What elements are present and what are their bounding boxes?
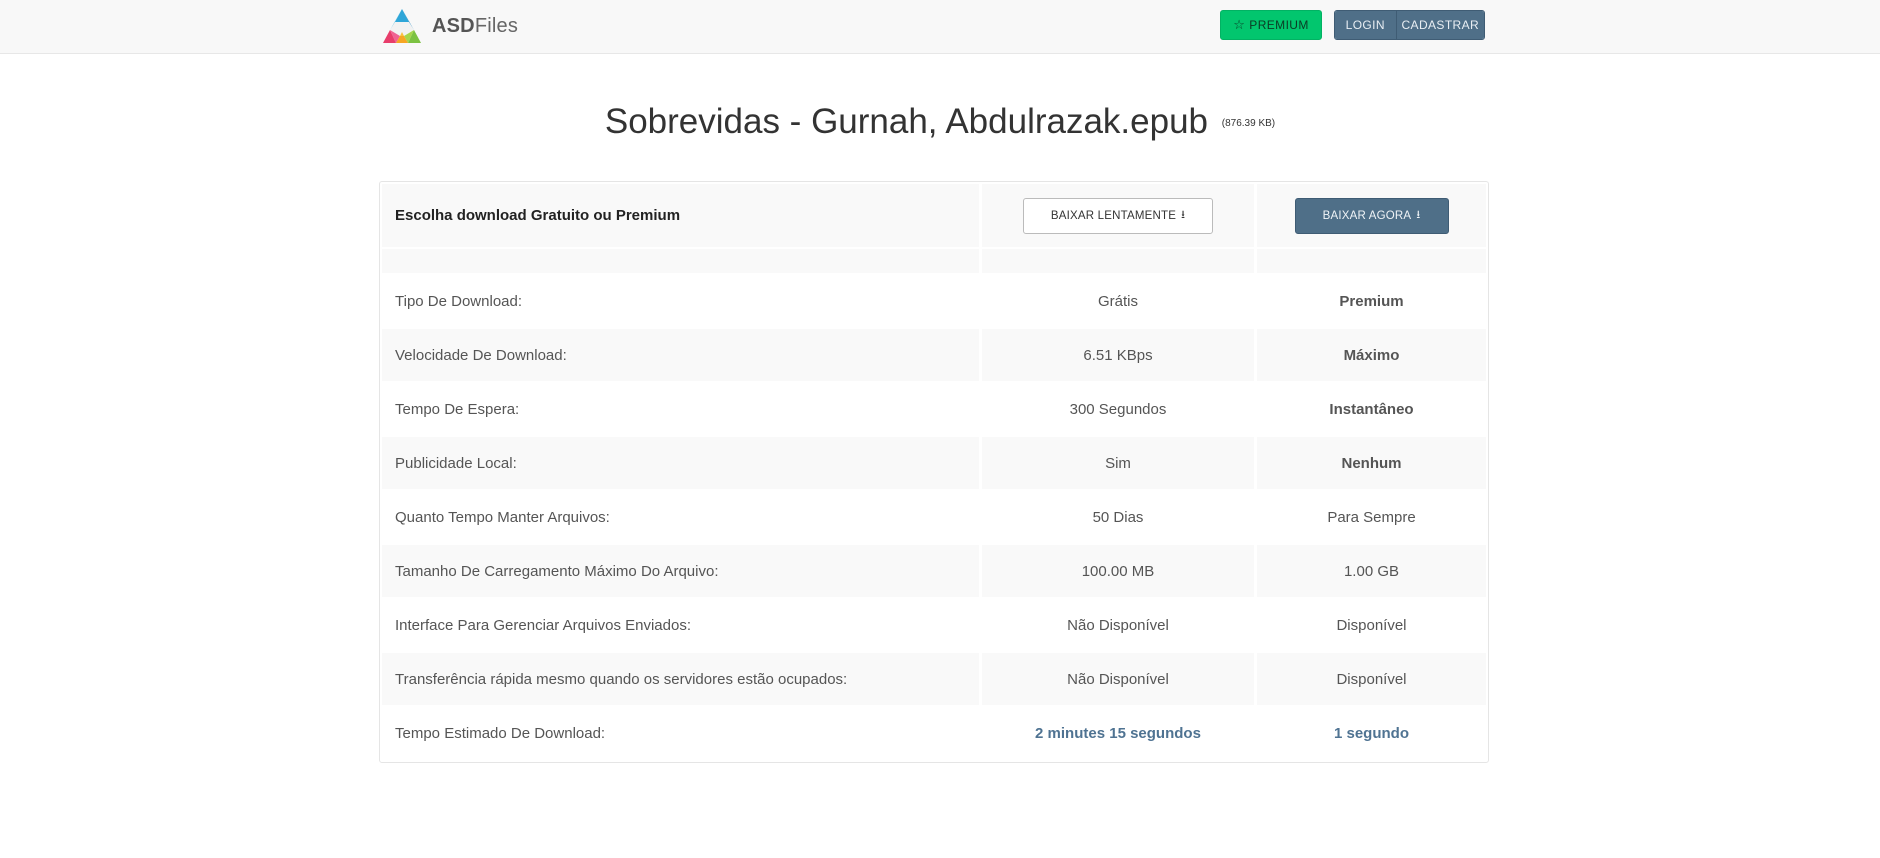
row-label: Velocidade De Download:: [382, 329, 979, 381]
brand-logo-link[interactable]: ASDFiles: [382, 6, 518, 46]
download-slow-button[interactable]: BAIXAR LENTAMENTE ⭳: [1023, 197, 1213, 234]
download-icon: ⭳: [1181, 209, 1186, 221]
table-row: Velocidade De Download: 6.51 KBps Máximo: [382, 329, 1486, 381]
row-free-value: Não Disponível: [982, 653, 1254, 705]
row-label: Tipo De Download:: [395, 292, 523, 310]
row-premium-value: Premium: [1339, 292, 1404, 310]
row-premium-value: Máximo: [1257, 329, 1486, 381]
table-row: Tipo De Download: Grátis Premium: [382, 275, 1486, 327]
table-header-row: Escolha download Gratuito ou Premium BAI…: [382, 184, 1486, 247]
row-free-value: Sim: [982, 437, 1254, 489]
star-icon: ☆: [1233, 17, 1246, 32]
asd-triangle-logo-icon: [383, 9, 421, 43]
header-cell-free: BAIXAR LENTAMENTE ⭳: [982, 184, 1254, 247]
row-label: Transferência rápida mesmo quando os ser…: [382, 653, 979, 705]
table-row: Tempo De Espera: 300 Segundos Instantâne…: [382, 383, 1486, 435]
premium-button-label: PREMIUM: [1249, 18, 1309, 32]
panel-heading: Escolha download Gratuito ou Premium: [395, 207, 681, 224]
file-size: (876.39 KB): [1221, 118, 1276, 130]
table-row: Tempo Estimado De Download: 2 minutes 15…: [382, 707, 1486, 759]
download-icon: ⭳: [1416, 209, 1421, 221]
row-free-value: Não Disponível: [1067, 616, 1169, 634]
row-label: Quanto Tempo Manter Arquivos:: [395, 508, 610, 526]
row-free-value: Grátis: [1097, 292, 1138, 310]
download-now-label: BAIXAR AGORA: [1322, 209, 1412, 222]
table-row: Transferência rápida mesmo quando os ser…: [382, 653, 1486, 705]
top-navbar: ASDFiles ☆ PREMIUM LOGIN CADASTRAR: [0, 0, 1880, 54]
row-premium-value: Instantâneo: [1329, 400, 1414, 418]
row-premium-value: Para Sempre: [1327, 508, 1416, 526]
row-premium-value: Disponível: [1336, 616, 1407, 634]
row-premium-value: 1 segundo: [1333, 724, 1409, 742]
premium-button[interactable]: ☆ PREMIUM: [1220, 10, 1322, 40]
auth-button-group: LOGIN CADASTRAR: [1334, 10, 1485, 40]
row-free-value: 50 Dias: [1092, 508, 1144, 526]
login-button[interactable]: LOGIN: [1335, 11, 1397, 39]
row-label: Publicidade Local:: [382, 437, 979, 489]
row-free-value: 2 minutes 15 segundos: [1035, 724, 1201, 742]
table-row: Publicidade Local: Sim Nenhum: [382, 437, 1486, 489]
table-row: Interface Para Gerenciar Arquivos Enviad…: [382, 599, 1486, 651]
row-premium-value: 1.00 GB: [1257, 545, 1486, 597]
row-label: Tempo De Espera:: [395, 400, 520, 418]
row-free-value: 100.00 MB: [982, 545, 1254, 597]
brand-name: ASDFiles: [432, 14, 519, 37]
row-free-value: 300 Segundos: [1069, 400, 1167, 418]
row-premium-value: Nenhum: [1257, 437, 1486, 489]
table-row: Quanto Tempo Manter Arquivos: 50 Dias Pa…: [382, 491, 1486, 543]
row-label: Tempo Estimado De Download:: [395, 724, 606, 742]
row-label: Interface Para Gerenciar Arquivos Enviad…: [395, 616, 691, 634]
row-label: Tamanho De Carregamento Máximo Do Arquiv…: [382, 545, 979, 597]
file-name: Sobrevidas - Gurnah, Abdulrazak.epub: [604, 102, 1209, 141]
download-options-table: Escolha download Gratuito ou Premium BAI…: [379, 181, 1489, 763]
download-slow-label: BAIXAR LENTAMENTE: [1050, 209, 1177, 222]
row-free-value: 6.51 KBps: [982, 329, 1254, 381]
table-spacer-row: [382, 249, 1486, 273]
table-row: Tamanho De Carregamento Máximo Do Arquiv…: [382, 545, 1486, 597]
register-button[interactable]: CADASTRAR: [1396, 11, 1484, 39]
download-now-button[interactable]: BAIXAR AGORA ⭳: [1294, 197, 1449, 234]
file-title: Sobrevidas - Gurnah, Abdulrazak.epub (87…: [0, 102, 1880, 142]
header-cell-premium: BAIXAR AGORA ⭳: [1257, 184, 1486, 247]
row-premium-value: Disponível: [1257, 653, 1486, 705]
header-cell-label: Escolha download Gratuito ou Premium: [382, 184, 979, 247]
